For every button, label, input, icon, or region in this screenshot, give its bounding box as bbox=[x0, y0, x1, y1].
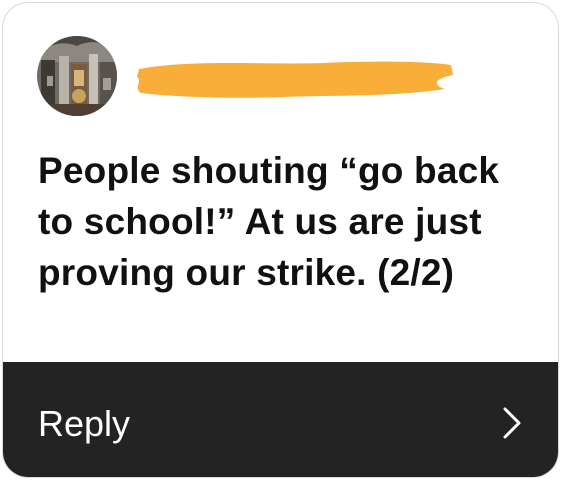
avatar[interactable] bbox=[37, 36, 117, 116]
reply-button[interactable]: Reply bbox=[3, 362, 558, 477]
message-notification-card[interactable]: People shouting “go back to school!” At … bbox=[2, 2, 559, 478]
chevron-right-icon bbox=[503, 407, 521, 439]
sender-name-redaction bbox=[137, 61, 453, 98]
profile-photo-icon bbox=[37, 36, 117, 116]
message-text: People shouting “go back to school!” At … bbox=[38, 150, 500, 293]
reply-label: Reply bbox=[38, 403, 131, 444]
